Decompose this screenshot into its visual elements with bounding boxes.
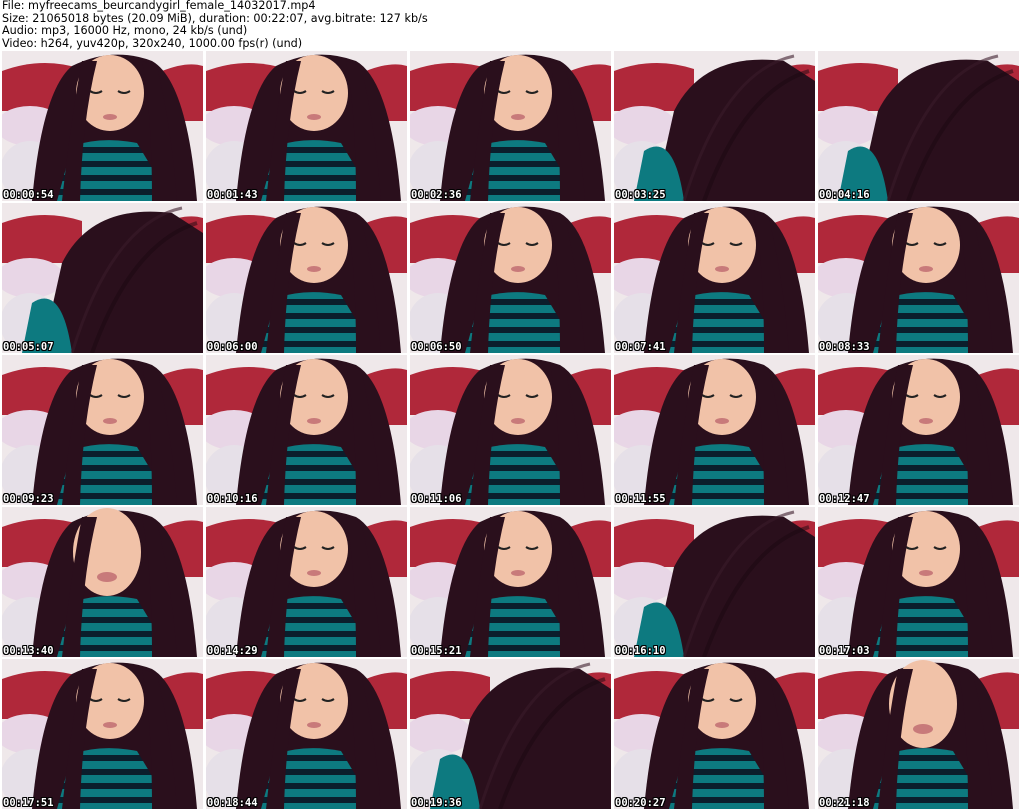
thumbnail-image: [206, 355, 407, 505]
thumbnail-image: [2, 507, 203, 657]
thumbnail-image: [206, 51, 407, 201]
thumbnail-frame: 00:00:54: [2, 51, 203, 201]
thumbnail-frame: 00:03:25: [614, 51, 815, 201]
thumbnail-timestamp: 00:00:54: [3, 189, 54, 201]
thumbnail-timestamp: 00:16:10: [615, 645, 666, 657]
thumbnail-timestamp: 00:17:51: [3, 797, 54, 809]
thumbnail-frame: 00:11:55: [614, 355, 815, 505]
thumbnail-timestamp: 00:11:06: [411, 493, 462, 505]
thumbnail-timestamp: 00:09:23: [3, 493, 54, 505]
thumbnail-frame: 00:09:23: [2, 355, 203, 505]
thumbnail-image: [2, 203, 203, 353]
thumbnail-timestamp: 00:07:41: [615, 341, 666, 353]
file-name-line: File: myfreecams_beurcandygirl_female_14…: [2, 0, 316, 12]
thumbnail-image: [410, 51, 611, 201]
thumbnail-frame: 00:05:07: [2, 203, 203, 353]
thumbnail-timestamp: 00:15:21: [411, 645, 462, 657]
thumbnail-timestamp: 00:02:36: [411, 189, 462, 201]
thumbnail-image: [410, 355, 611, 505]
thumbnail-image: [818, 51, 1019, 201]
thumbnail-timestamp: 00:18:44: [207, 797, 258, 809]
thumbnail-image: [818, 659, 1019, 809]
thumbnail-frame: 00:16:10: [614, 507, 815, 657]
thumbnail-timestamp: 00:14:29: [207, 645, 258, 657]
thumbnail-image: [818, 203, 1019, 353]
thumbnail-timestamp: 00:03:25: [615, 189, 666, 201]
thumbnail-timestamp: 00:08:33: [819, 341, 870, 353]
thumbnail-frame: 00:04:16: [818, 51, 1019, 201]
thumbnail-frame: 00:06:00: [206, 203, 407, 353]
thumbnail-frame: 00:14:29: [206, 507, 407, 657]
thumbnail-image: [614, 51, 815, 201]
thumbnail-image: [206, 203, 407, 353]
thumbnail-image: [818, 355, 1019, 505]
thumbnail-image: [2, 355, 203, 505]
thumbnail-image: [2, 659, 203, 809]
thumbnail-timestamp: 00:21:18: [819, 797, 870, 809]
thumbnail-frame: 00:15:21: [410, 507, 611, 657]
thumbnail-timestamp: 00:04:16: [819, 189, 870, 201]
info-header: File: myfreecams_beurcandygirl_female_14…: [0, 0, 1024, 51]
video-info-line: Video: h264, yuv420p, 320x240, 1000.00 f…: [2, 36, 303, 50]
thumbnail-timestamp: 00:10:16: [207, 493, 258, 505]
thumbnail-timestamp: 00:06:00: [207, 341, 258, 353]
thumbnail-timestamp: 00:11:55: [615, 493, 666, 505]
thumbnail-image: [614, 507, 815, 657]
thumbnail-timestamp: 00:01:43: [207, 189, 258, 201]
thumbnail-frame: 00:10:16: [206, 355, 407, 505]
thumbnail-frame: 00:06:50: [410, 203, 611, 353]
thumbnail-timestamp: 00:05:07: [3, 341, 54, 353]
thumbnail-frame: 00:02:36: [410, 51, 611, 201]
thumbnail-image: [410, 659, 611, 809]
thumbnail-frame: 00:19:36: [410, 659, 611, 809]
thumbnail-frame: 00:21:18: [818, 659, 1019, 809]
thumbnail-frame: 00:08:33: [818, 203, 1019, 353]
thumbnail-frame: 00:12:47: [818, 355, 1019, 505]
thumbnail-frame: 00:20:27: [614, 659, 815, 809]
thumbnail-image: [206, 659, 407, 809]
thumbnail-grid: 00:00:54 00:01:43 00:02:36 00:03:25 00:04:16…: [2, 51, 1022, 809]
thumbnail-frame: 00:18:44: [206, 659, 407, 809]
thumbnail-image: [2, 51, 203, 201]
audio-info-line: Audio: mp3, 16000 Hz, mono, 24 kb/s (und…: [2, 24, 248, 37]
thumbnail-timestamp: 00:19:36: [411, 797, 462, 809]
thumbnail-timestamp: 00:20:27: [615, 797, 666, 809]
thumbnail-timestamp: 00:06:50: [411, 341, 462, 353]
thumbnail-timestamp: 00:12:47: [819, 493, 870, 505]
thumbnail-image: [410, 203, 611, 353]
thumbnail-image: [206, 507, 407, 657]
thumbnail-image: [614, 203, 815, 353]
thumbnail-image: [614, 659, 815, 809]
thumbnail-image: [410, 507, 611, 657]
thumbnail-image: [614, 355, 815, 505]
thumbnail-image: [818, 507, 1019, 657]
thumbnail-timestamp: 00:13:40: [3, 645, 54, 657]
thumbnail-timestamp: 00:17:03: [819, 645, 870, 657]
thumbnail-frame: 00:01:43: [206, 51, 407, 201]
thumbnail-frame: 00:17:51: [2, 659, 203, 809]
thumbnail-frame: 00:07:41: [614, 203, 815, 353]
thumbnail-frame: 00:17:03: [818, 507, 1019, 657]
thumbnail-frame: 00:13:40: [2, 507, 203, 657]
thumbnail-frame: 00:11:06: [410, 355, 611, 505]
